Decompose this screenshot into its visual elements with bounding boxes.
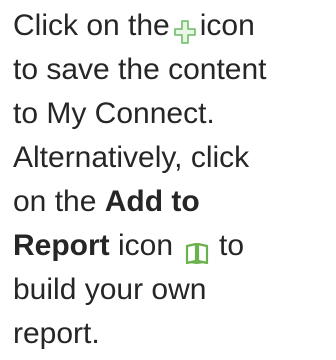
add-to-label: Add to	[104, 185, 200, 218]
instruction-line-2: to save the content	[13, 53, 267, 86]
save-to-my-connect-icon[interactable]	[173, 13, 196, 44]
instruction-text-click-on-the: Click on the	[13, 9, 170, 42]
instruction-line-8: report.	[13, 317, 100, 350]
instruction-text: Click on the icon to save the content to…	[13, 4, 333, 356]
instruction-line-5: on the Add to	[13, 180, 333, 224]
instruction-line-3: to My Connect.	[13, 97, 215, 130]
instruction-line-4: Alternatively, click	[13, 141, 250, 174]
add-to-report-icon[interactable]	[185, 233, 209, 265]
instruction-text-to: to	[219, 229, 245, 262]
instruction-line-6: Report icon to	[13, 224, 333, 268]
report-label: Report	[13, 229, 110, 262]
instruction-line-1: Click on the icon	[13, 4, 333, 48]
instruction-text-icon-word: icon	[109, 229, 174, 262]
instruction-text-on-the: on the	[13, 185, 105, 218]
instruction-text-icon: icon	[199, 9, 255, 42]
instruction-line-7: build your own	[13, 273, 207, 306]
